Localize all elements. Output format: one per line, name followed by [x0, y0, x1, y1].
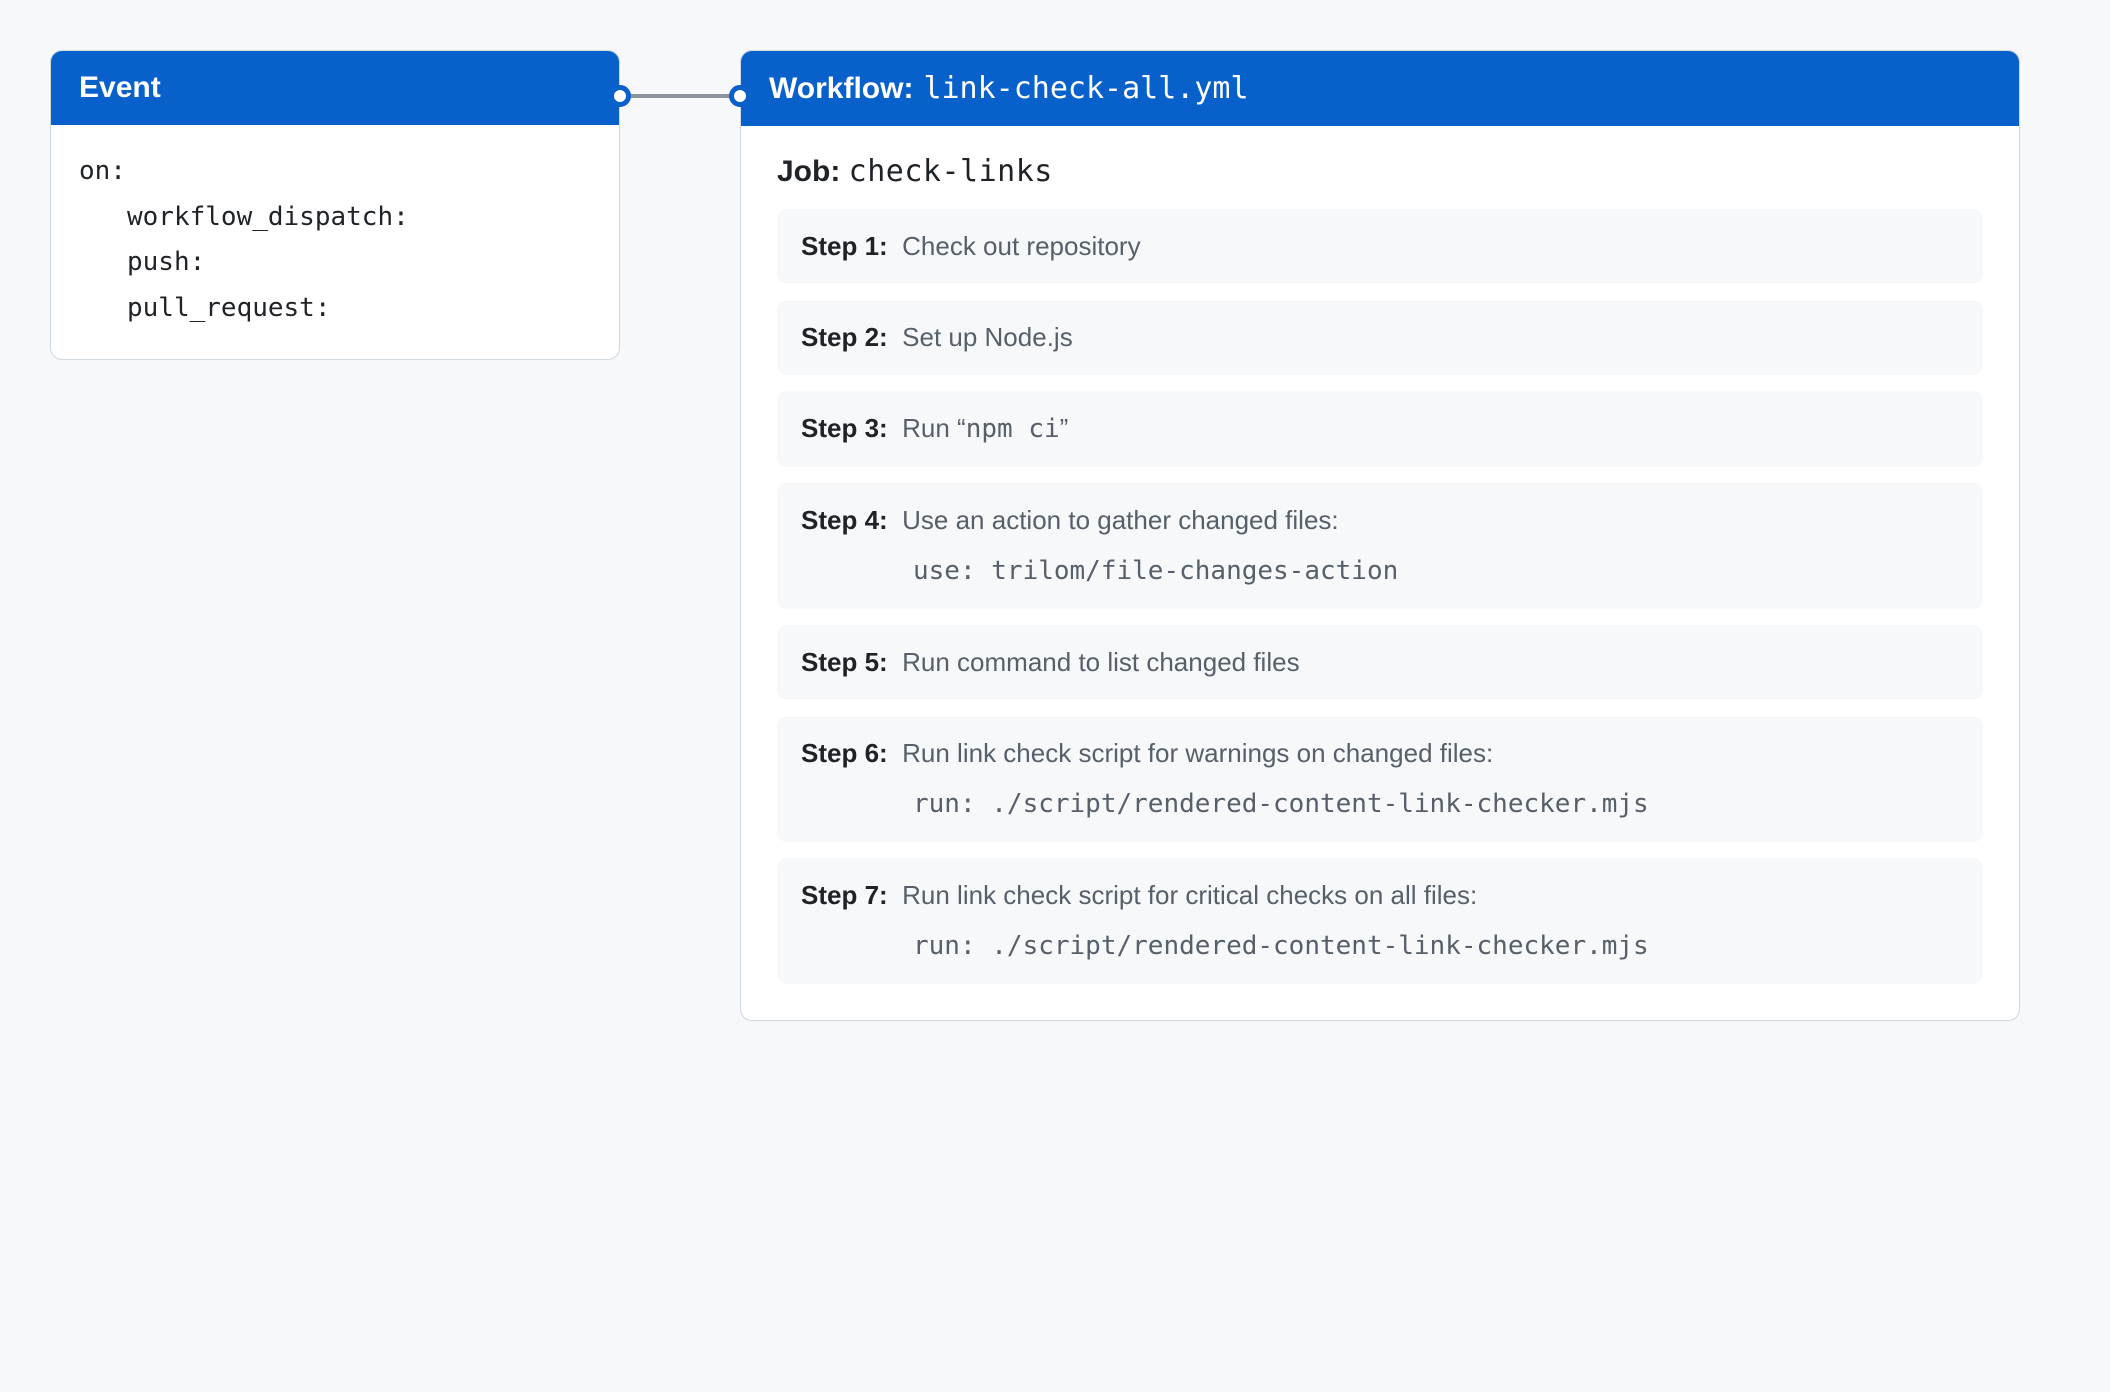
step-text: Use an action to gather changed files: — [902, 505, 1339, 535]
connector — [620, 50, 740, 140]
step-label: Step 3: — [801, 413, 888, 443]
step-label: Step 6: — [801, 738, 888, 768]
event-header: Event — [51, 51, 619, 125]
step-text: Check out repository — [902, 231, 1140, 261]
workflow-header: Workflow: link-check-all.yml — [741, 51, 2019, 126]
step-text-post: ” — [1060, 413, 1069, 443]
step-detail: run: ./script/rendered-content-link-chec… — [801, 927, 1959, 966]
event-title: Event — [79, 71, 161, 105]
step-label: Step 7: — [801, 880, 888, 910]
event-card: Event on: workflow_dispatch: push: pull_… — [50, 50, 620, 360]
job-title: Job: check-links — [777, 154, 1983, 189]
step-label: Step 5: — [801, 647, 888, 677]
step-item: Step 3: Run “npm ci” — [777, 391, 1983, 467]
connector-dot-left — [609, 85, 631, 107]
connector-dot-right — [729, 85, 751, 107]
trigger-item: pull_request: — [79, 286, 591, 332]
step-detail: run: ./script/rendered-content-link-chec… — [801, 785, 1959, 824]
step-text: Set up Node.js — [902, 322, 1073, 352]
step-item: Step 1: Check out repository — [777, 209, 1983, 284]
workflow-filename: link-check-all.yml — [923, 71, 1248, 106]
step-text: Run link check script for critical check… — [902, 880, 1477, 910]
step-label: Step 1: — [801, 231, 888, 261]
job-label: Job: — [777, 155, 840, 188]
trigger-item: push: — [79, 240, 591, 286]
trigger-item: workflow_dispatch: — [79, 195, 591, 241]
step-item: Step 7: Run link check script for critic… — [777, 858, 1983, 984]
step-item: Step 5: Run command to list changed file… — [777, 625, 1983, 700]
step-item: Step 4: Use an action to gather changed … — [777, 483, 1983, 609]
job-name: check-links — [849, 154, 1053, 189]
step-detail: use: trilom/file-changes-action — [801, 552, 1959, 591]
event-body: on: workflow_dispatch: push: pull_reques… — [51, 125, 619, 359]
step-text: Run “ — [902, 413, 966, 443]
workflow-card: Workflow: link-check-all.yml Job: check-… — [740, 50, 2020, 1021]
step-label: Step 4: — [801, 505, 888, 535]
workflow-header-label: Workflow: — [769, 72, 913, 106]
workflow-body: Job: check-links Step 1: Check out repos… — [741, 126, 2019, 1020]
connector-line — [620, 94, 740, 98]
step-label: Step 2: — [801, 322, 888, 352]
step-item: Step 2: Set up Node.js — [777, 300, 1983, 375]
step-item: Step 6: Run link check script for warnin… — [777, 716, 1983, 842]
on-label: on: — [79, 149, 591, 195]
step-text: Run command to list changed files — [902, 647, 1299, 677]
steps-list: Step 1: Check out repository Step 2: Set … — [777, 209, 1983, 984]
step-text: Run link check script for warnings on ch… — [902, 738, 1493, 768]
step-mono: npm ci — [966, 414, 1060, 444]
